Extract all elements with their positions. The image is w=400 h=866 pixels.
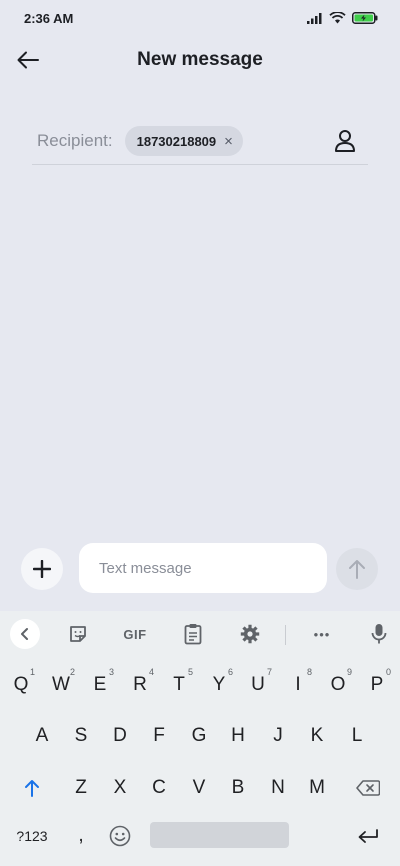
more-button[interactable]: ••• bbox=[306, 620, 338, 648]
plus-icon bbox=[33, 560, 51, 578]
keyboard-row-2: A S D F G H J K L bbox=[0, 716, 400, 756]
comma-key[interactable]: , bbox=[63, 816, 99, 856]
message-placeholder: Text message bbox=[99, 559, 192, 577]
gif-button[interactable]: GIF bbox=[118, 620, 152, 648]
recipient-label: Recipient: bbox=[37, 131, 113, 150]
chip-close-icon[interactable]: × bbox=[224, 133, 233, 150]
contact-icon bbox=[335, 130, 355, 152]
key-k[interactable]: K bbox=[299, 716, 335, 756]
back-button[interactable] bbox=[14, 46, 42, 74]
key-n[interactable]: N bbox=[260, 768, 296, 808]
emoji-key[interactable] bbox=[102, 816, 138, 856]
keyboard-row-1: Q1 W2 E3 R4 T5 Y6 U7 I8 O9 P0 bbox=[0, 665, 400, 705]
mic-icon bbox=[371, 624, 387, 644]
back-arrow-icon bbox=[17, 51, 39, 69]
attach-button[interactable] bbox=[21, 548, 63, 590]
key-w[interactable]: W2 bbox=[43, 665, 79, 705]
send-arrow-icon bbox=[349, 560, 365, 579]
sticker-icon bbox=[70, 626, 86, 642]
key-i[interactable]: I8 bbox=[280, 665, 316, 705]
wifi-icon bbox=[329, 12, 346, 24]
key-a[interactable]: A bbox=[24, 716, 60, 756]
message-input[interactable]: Text message bbox=[79, 543, 327, 593]
key-s[interactable]: S bbox=[63, 716, 99, 756]
keyboard-toolbar: GIF ••• bbox=[0, 611, 400, 657]
shift-key[interactable] bbox=[14, 768, 50, 808]
key-r[interactable]: R4 bbox=[122, 665, 158, 705]
backspace-icon bbox=[356, 780, 380, 796]
battery-icon bbox=[352, 12, 378, 24]
key-b[interactable]: B bbox=[220, 768, 256, 808]
clipboard-icon bbox=[184, 624, 202, 645]
keyboard-collapse-button[interactable] bbox=[10, 619, 40, 649]
key-g[interactable]: G bbox=[181, 716, 217, 756]
enter-icon bbox=[358, 829, 378, 843]
key-t[interactable]: T5 bbox=[161, 665, 197, 705]
backspace-key[interactable] bbox=[350, 768, 386, 808]
status-icons bbox=[307, 12, 378, 24]
voice-input-button[interactable] bbox=[365, 620, 393, 648]
key-x[interactable]: X bbox=[102, 768, 138, 808]
key-m[interactable]: M bbox=[299, 768, 335, 808]
key-y[interactable]: Y6 bbox=[201, 665, 237, 705]
key-j[interactable]: J bbox=[260, 716, 296, 756]
recipient-chip[interactable]: 18730218809 × bbox=[124, 126, 243, 156]
gear-icon bbox=[240, 624, 260, 644]
clipboard-button[interactable] bbox=[179, 620, 207, 648]
page-title: New message bbox=[137, 49, 263, 70]
key-d[interactable]: D bbox=[102, 716, 138, 756]
key-p[interactable]: P0 bbox=[359, 665, 395, 705]
symbols-key[interactable]: ?123 bbox=[12, 816, 52, 856]
key-v[interactable]: V bbox=[181, 768, 217, 808]
key-l[interactable]: L bbox=[339, 716, 375, 756]
toolbar-divider bbox=[285, 625, 286, 645]
shift-icon bbox=[25, 780, 39, 797]
header: New message bbox=[0, 36, 400, 84]
status-bar: 2:36 AM bbox=[0, 0, 400, 36]
recipient-chip-value: 18730218809 bbox=[136, 133, 217, 149]
chevron-left-icon bbox=[21, 628, 28, 640]
compose-row: Text message bbox=[0, 542, 400, 594]
recipient-row[interactable]: Recipient: 18730218809 × bbox=[32, 118, 368, 165]
status-time: 2:36 AM bbox=[24, 10, 74, 26]
space-bar[interactable] bbox=[150, 822, 289, 848]
key-h[interactable]: H bbox=[220, 716, 256, 756]
key-c[interactable]: C bbox=[141, 768, 177, 808]
send-button[interactable] bbox=[336, 548, 378, 590]
key-e[interactable]: E3 bbox=[82, 665, 118, 705]
emoji-icon bbox=[109, 825, 131, 847]
key-z[interactable]: Z bbox=[63, 768, 99, 808]
key-f[interactable]: F bbox=[141, 716, 177, 756]
keyboard-row-3: Z X C V B N M bbox=[0, 768, 400, 808]
settings-button[interactable] bbox=[236, 620, 264, 648]
key-u[interactable]: U7 bbox=[240, 665, 276, 705]
enter-key[interactable] bbox=[350, 816, 386, 856]
signal-icon bbox=[307, 13, 322, 24]
key-o[interactable]: O9 bbox=[320, 665, 356, 705]
key-q[interactable]: Q1 bbox=[3, 665, 39, 705]
contact-button[interactable] bbox=[332, 128, 358, 154]
sticker-button[interactable] bbox=[64, 620, 92, 648]
